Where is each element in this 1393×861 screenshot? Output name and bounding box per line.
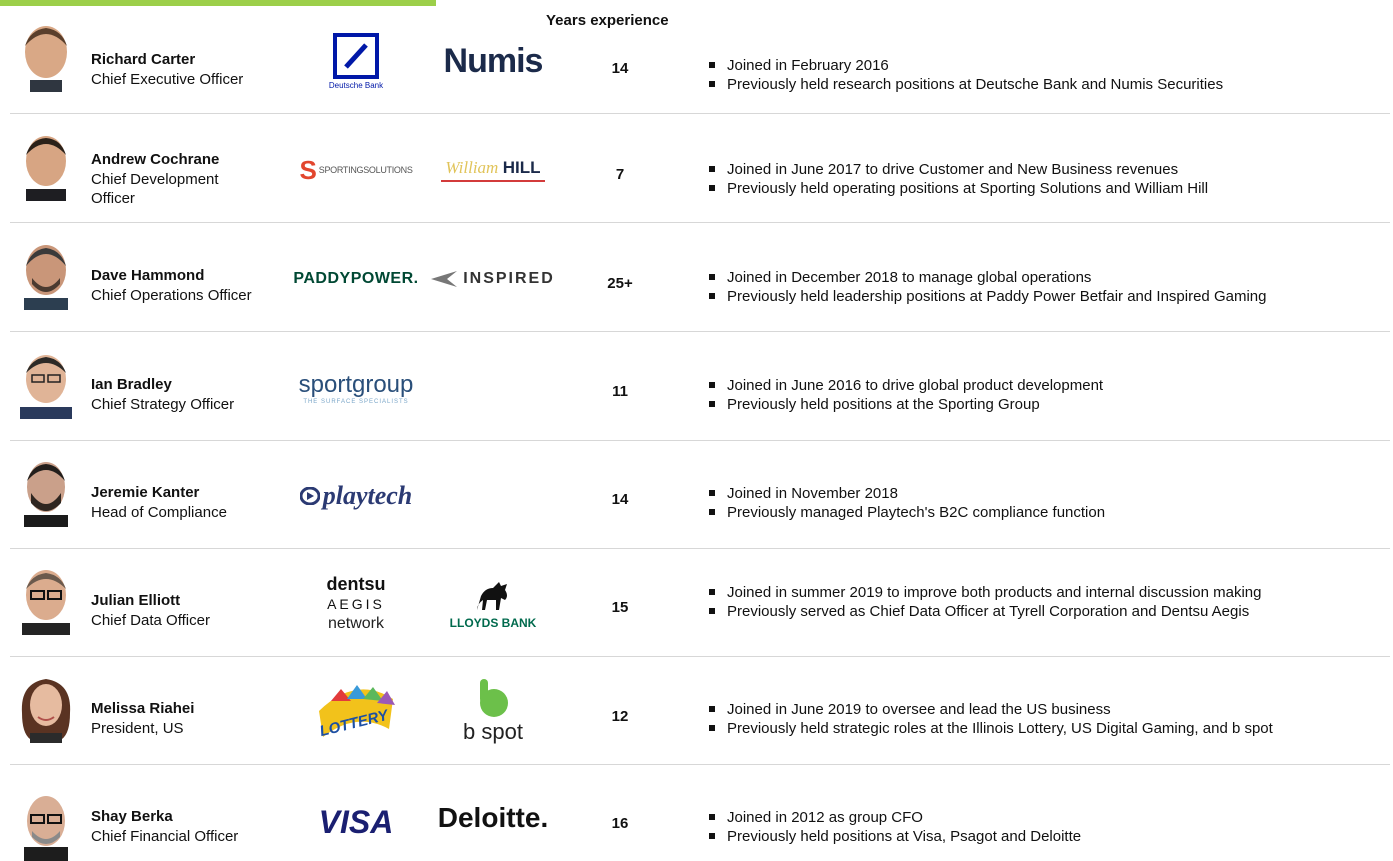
bullet-item: Previously held positions at the Sportin… bbox=[707, 395, 1103, 414]
paddy-power-logo: PADDYPOWER. bbox=[293, 270, 419, 287]
person-name: Richard Carter bbox=[91, 51, 196, 68]
lloyds-bank-logo: LLOYDS BANK bbox=[428, 569, 558, 639]
years-value: 12 bbox=[611, 708, 629, 725]
person-title: Chief Strategy Officer bbox=[91, 396, 235, 413]
person-row-shay-berka: Shay Berka Chief Financial Officer VISA … bbox=[0, 765, 1393, 861]
person-name: Andrew Cochrane bbox=[91, 151, 220, 168]
bullet-item: Previously held operating positions at S… bbox=[707, 179, 1208, 198]
bullet-item: Joined in June 2017 to drive Customer an… bbox=[707, 160, 1208, 179]
row-divider bbox=[10, 113, 1390, 114]
person-title: Chief Executive Officer bbox=[91, 71, 244, 88]
deloitte-logo: Deloitte. bbox=[437, 802, 549, 833]
bullet-item: Previously held leadership positions at … bbox=[707, 287, 1266, 306]
avatar bbox=[16, 22, 76, 92]
bullet-item: Joined in summer 2019 to improve both pr… bbox=[707, 583, 1261, 602]
inspired-logo: INSPIRED bbox=[428, 244, 558, 314]
bullet-item: Previously held strategic roles at the I… bbox=[707, 719, 1273, 738]
illinois-lottery-logo: LOTTERY bbox=[288, 677, 424, 747]
numis-logo: Numis bbox=[443, 41, 544, 80]
person-row-richard-carter: Richard Carter Chief Executive Officer D… bbox=[0, 6, 1393, 114]
bullet-item: Joined in November 2018 bbox=[707, 484, 1105, 503]
person-title: Chief Operations Officer bbox=[91, 287, 252, 304]
years-value: 14 bbox=[611, 60, 629, 77]
person-title: Chief Financial Officer bbox=[91, 828, 239, 845]
visa-logo: VISA bbox=[318, 803, 394, 840]
person-name: Ian Bradley bbox=[91, 376, 172, 393]
william-hill-logo: William HILL bbox=[428, 135, 558, 205]
years-value: 16 bbox=[611, 815, 629, 832]
person-name: Jeremie Kanter bbox=[91, 484, 200, 501]
dentsu-aegis-logo: dentsu AEGIS network bbox=[326, 574, 386, 632]
years-value: 11 bbox=[612, 383, 628, 400]
bullet-list: Joined in June 2019 to oversee and lead … bbox=[707, 700, 1273, 738]
avatar bbox=[16, 791, 76, 861]
bullet-list: Joined in June 2017 to drive Customer an… bbox=[707, 160, 1208, 198]
years-value: 25+ bbox=[607, 275, 633, 292]
years-value: 15 bbox=[611, 599, 629, 616]
row-divider bbox=[10, 331, 1390, 332]
avatar bbox=[16, 349, 76, 419]
bullet-list: Joined in June 2016 to drive global prod… bbox=[707, 376, 1103, 414]
row-divider bbox=[10, 222, 1390, 223]
person-row-ian-bradley: Ian Bradley Chief Strategy Officer sport… bbox=[0, 333, 1393, 441]
bullet-list: Joined in February 2016 Previously held … bbox=[707, 56, 1223, 94]
person-name: Melissa Riahei bbox=[91, 700, 195, 717]
avatar bbox=[16, 673, 76, 743]
b-spot-logo: b spot bbox=[428, 677, 558, 747]
avatar bbox=[16, 131, 76, 201]
years-value: 7 bbox=[615, 166, 625, 183]
person-row-julian-elliott: Julian Elliott Chief Data Officer dentsu… bbox=[0, 549, 1393, 657]
avatar bbox=[16, 565, 76, 635]
person-title: Chief Data Officer bbox=[91, 612, 210, 629]
avatar bbox=[16, 457, 76, 527]
deutsche-bank-logo: Deutsche Bank bbox=[288, 26, 424, 96]
years-value: 14 bbox=[611, 491, 629, 508]
bullet-list: Joined in November 2018 Previously manag… bbox=[707, 484, 1105, 522]
bullet-item: Previously managed Playtech's B2C compli… bbox=[707, 503, 1105, 522]
person-name: Julian Elliott bbox=[91, 592, 181, 609]
person-name: Dave Hammond bbox=[91, 267, 205, 284]
person-title: President, US bbox=[91, 720, 184, 737]
bullet-item: Joined in June 2016 to drive global prod… bbox=[707, 376, 1103, 395]
bullet-list: Joined in 2012 as group CFO Previously h… bbox=[707, 808, 1081, 846]
bullet-item: Joined in June 2019 to oversee and lead … bbox=[707, 700, 1273, 719]
person-row-jeremie-kanter: Jeremie Kanter Head of Compliance playte… bbox=[0, 441, 1393, 549]
bullet-list: Joined in summer 2019 to improve both pr… bbox=[707, 583, 1261, 621]
bullet-item: Previously served as Chief Data Officer … bbox=[707, 602, 1261, 621]
playtech-logo: playtech bbox=[288, 461, 424, 531]
sporting-solutions-logo: S SPORTINGSOLUTIONS bbox=[299, 154, 413, 185]
person-row-andrew-cochrane: Andrew Cochrane Chief Development Office… bbox=[0, 115, 1393, 223]
avatar bbox=[16, 240, 76, 310]
bullet-list: Joined in December 2018 to manage global… bbox=[707, 268, 1266, 306]
person-title: Head of Compliance bbox=[91, 504, 227, 521]
person-row-melissa-riahei: Melissa Riahei President, US LOTTERY b s… bbox=[0, 657, 1393, 765]
bullet-item: Previously held positions at Visa, Psago… bbox=[707, 827, 1081, 846]
sportgroup-logo: sportgroup THE SURFACE SPECIALISTS bbox=[298, 371, 414, 405]
person-name: Shay Berka bbox=[91, 808, 173, 825]
bullet-item: Previously held research positions at De… bbox=[707, 75, 1223, 94]
person-row-dave-hammond: Dave Hammond Chief Operations Officer PA… bbox=[0, 224, 1393, 332]
person-title: Chief Development Officer bbox=[91, 171, 219, 207]
bullet-item: Joined in 2012 as group CFO bbox=[707, 808, 1081, 827]
bullet-item: Joined in December 2018 to manage global… bbox=[707, 268, 1266, 287]
bullet-item: Joined in February 2016 bbox=[707, 56, 1223, 75]
